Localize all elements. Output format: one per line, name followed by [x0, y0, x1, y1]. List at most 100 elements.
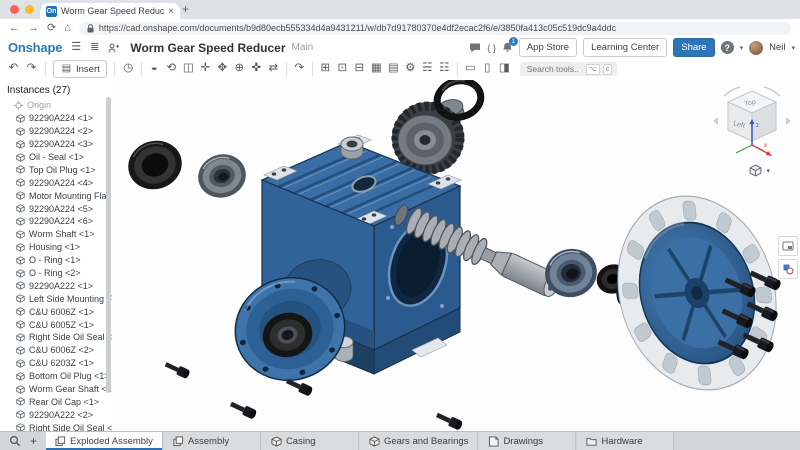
notifications-bell-icon[interactable]: 1 [502, 42, 513, 53]
instance-row[interactable]: C&U 6005Z <1> [0, 318, 112, 331]
instance-row[interactable]: Bottom Oil Plug <1> [0, 370, 112, 383]
tab-drawings[interactable]: Drawings [479, 432, 576, 450]
instance-row[interactable]: Right Side Oil Seal <1> [0, 331, 112, 344]
instance-row[interactable]: Motor Mounting Flang... [0, 189, 112, 202]
insert-button[interactable]: ▤ Insert [53, 60, 107, 78]
forward-icon[interactable]: → [28, 23, 39, 34]
comment-icon[interactable] [469, 42, 481, 53]
instance-row[interactable]: 92290A224 <2> [0, 125, 112, 138]
part-oil-seal-left[interactable] [122, 134, 188, 196]
help-icon[interactable]: ? [721, 41, 734, 54]
part-instance-icon [16, 281, 25, 290]
search-tools-input[interactable] [525, 63, 583, 75]
instance-row[interactable]: 92290A224 <1> [0, 112, 112, 125]
feature-script-icon[interactable]: { } [487, 43, 496, 53]
fastened-mate-icon[interactable]: ◒ [148, 63, 161, 75]
assembly-tab-icon [173, 436, 184, 447]
back-icon[interactable]: ← [9, 23, 20, 34]
tab-casing[interactable]: Casing [262, 432, 359, 450]
instance-row[interactable]: 92290A222 <2> [0, 408, 112, 421]
instance-row[interactable]: 92290A224 <6> [0, 215, 112, 228]
tab-exploded-assembly[interactable]: Exploded Assembly [46, 432, 163, 450]
part-top-oil-plug[interactable] [341, 137, 363, 159]
named-positions-icon[interactable]: ⊡ [336, 63, 349, 75]
browser-tab[interactable]: On Worm Gear Speed Reducer | E × [40, 3, 180, 19]
export-icon[interactable]: ▯ [481, 63, 494, 75]
instance-row[interactable]: O - Ring <1> [0, 254, 112, 267]
cylindrical-mate-icon[interactable]: ✥ [216, 63, 229, 75]
app-store-button[interactable]: App Store [519, 38, 577, 57]
rotate-right-arrow[interactable] [786, 117, 791, 125]
document-title[interactable]: Worm Gear Speed Reducer [130, 41, 285, 55]
tab-gears-and-bearings[interactable]: Gears and Bearings [360, 432, 479, 450]
onshape-logo[interactable]: Onshape [8, 40, 62, 55]
ball-mate-icon[interactable]: ✜ [250, 63, 263, 75]
instance-row[interactable]: Housing <1> [0, 241, 112, 254]
exploded-assembly-view[interactable] [112, 80, 800, 432]
share-button[interactable]: Share [673, 38, 714, 57]
help-caret-icon[interactable]: ▾ [740, 44, 744, 52]
tab-hardware[interactable]: Hardware [577, 432, 674, 450]
panel-toggle-icon[interactable] [778, 236, 798, 256]
parallel-mate-icon[interactable]: ⇄ [267, 63, 280, 75]
instance-row[interactable]: C&U 6203Z <1> [0, 357, 112, 370]
instance-row-origin[interactable]: Origin [0, 99, 112, 112]
undo-icon[interactable]: ↶ [7, 63, 20, 75]
tab-assembly[interactable]: Assembly [164, 432, 261, 450]
tab-close-icon[interactable]: × [168, 6, 174, 17]
instance-row[interactable]: Top Oil Plug <1> [0, 163, 112, 176]
instance-row[interactable]: 92290A224 <4> [0, 176, 112, 189]
redo-icon[interactable]: ↷ [25, 63, 38, 75]
part-rear-oil-cap[interactable] [595, 176, 800, 410]
appearance-icon[interactable]: ▤ [387, 63, 400, 75]
display-states-icon[interactable]: ⊟ [353, 63, 366, 75]
compare-icon[interactable]: ◨ [498, 63, 511, 75]
spring-icon[interactable]: ☵ [421, 63, 434, 75]
instance-row[interactable]: C&U 6006Z <2> [0, 344, 112, 357]
versions-history-icon[interactable]: ≣ [90, 42, 99, 53]
drawing-tool-icon[interactable]: ▭ [464, 63, 477, 75]
search-tools[interactable]: ⌥ c [520, 62, 618, 76]
instance-row[interactable]: Left Side Mounting Fla... [0, 292, 112, 305]
bom-table-icon[interactable]: ▦ [370, 63, 383, 75]
snap-mode-icon[interactable]: ↷ [293, 63, 306, 75]
tab-manager-icon[interactable] [9, 435, 21, 447]
part-bearing-left[interactable] [193, 149, 251, 204]
user-avatar[interactable] [749, 41, 763, 55]
pin-slot-mate-icon[interactable]: ⊕ [233, 63, 246, 75]
structure-icon[interactable]: ☷ [438, 63, 451, 75]
instance-row[interactable]: Worm Shaft <1> [0, 228, 112, 241]
instance-row[interactable]: 92290A224 <5> [0, 202, 112, 215]
mate-connector-icon[interactable]: ◷ [122, 63, 135, 75]
minimize-window-button[interactable] [25, 5, 34, 14]
instance-row[interactable]: 92290A222 <1> [0, 279, 112, 292]
graphics-area[interactable]: Top Left z x ▾ [112, 80, 800, 432]
main-menu-icon[interactable]: ☰ [71, 42, 81, 53]
instance-row[interactable]: 92290A224 <3> [0, 138, 112, 151]
instance-row[interactable]: Oil - Seal <1> [0, 151, 112, 164]
configuration-panel-icon[interactable] [778, 259, 798, 279]
view-options-button[interactable]: ▾ [749, 164, 770, 177]
workspace-name[interactable]: Main [292, 42, 314, 53]
instance-row[interactable]: O - Ring <2> [0, 267, 112, 280]
add-tab-icon[interactable]: + [30, 435, 37, 447]
refresh-icon[interactable]: ⟳ [47, 23, 56, 34]
learning-center-button[interactable]: Learning Center [583, 38, 667, 57]
exploded-view-icon[interactable]: ⊞ [319, 63, 332, 75]
home-icon[interactable]: ⌂ [64, 23, 71, 34]
follow-mode-icon[interactable] [108, 43, 119, 53]
instance-label: Housing <1> [29, 242, 80, 252]
rotate-left-arrow[interactable] [713, 117, 718, 125]
address-bar[interactable]: https://cad.onshape.com/documents/b9d80e… [79, 22, 791, 35]
revolute-mate-icon[interactable]: ⟲ [165, 63, 178, 75]
instance-row[interactable]: C&U 6006Z <1> [0, 305, 112, 318]
user-caret-icon[interactable]: ▾ [791, 44, 795, 52]
instances-scrollbar[interactable] [106, 97, 111, 393]
planar-mate-icon[interactable]: ✛ [199, 63, 212, 75]
interference-icon[interactable]: ⚙ [404, 63, 417, 75]
instance-row[interactable]: Worm Gear Shaft <1> [0, 383, 112, 396]
close-window-button[interactable] [10, 5, 19, 14]
instance-row[interactable]: Rear Oil Cap <1> [0, 395, 112, 408]
slider-mate-icon[interactable]: ◫ [182, 63, 195, 75]
new-tab-button[interactable]: + [182, 2, 189, 16]
